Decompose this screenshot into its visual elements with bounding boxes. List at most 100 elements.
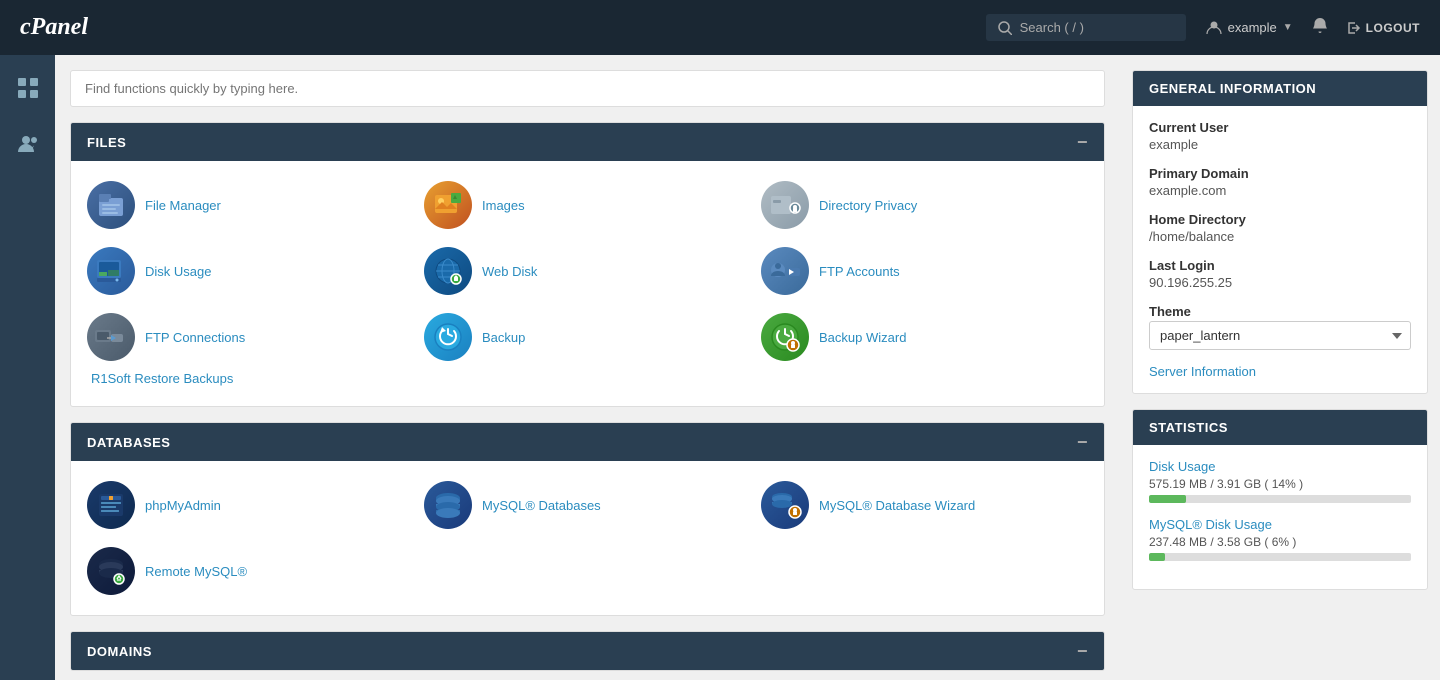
user-icon [1206, 20, 1222, 36]
mysql-disk-stat-value: 237.48 MB / 3.58 GB ( 6% ) [1149, 535, 1411, 549]
home-directory-row: Home Directory /home/balance [1149, 212, 1411, 244]
directory-privacy-label: Directory Privacy [819, 198, 917, 213]
databases-section-body: phpMyAdmin [71, 461, 1104, 615]
theme-label: Theme [1149, 304, 1411, 319]
ftp-connections-item[interactable]: FTP Connections [87, 313, 414, 361]
mysql-database-wizard-item[interactable]: MySQL® Database Wizard [761, 481, 1088, 529]
search-bar[interactable]: Search ( / ) [986, 14, 1186, 41]
last-login-value: 90.196.255.25 [1149, 275, 1411, 290]
general-info-body: Current User example Primary Domain exam… [1133, 106, 1427, 393]
theme-select[interactable]: paper_lantern [1149, 321, 1411, 350]
user-caret-icon: ▼ [1283, 22, 1293, 33]
home-directory-label: Home Directory [1149, 212, 1411, 227]
r1soft-link[interactable]: R1Soft Restore Backups [87, 371, 1088, 386]
files-section-header[interactable]: FILES − [71, 123, 1104, 161]
directory-privacy-icon [761, 181, 809, 229]
last-login-label: Last Login [1149, 258, 1411, 273]
databases-section-header[interactable]: DATABASES − [71, 423, 1104, 461]
files-items-grid: File Manager Images [87, 181, 1088, 361]
mysql-database-wizard-label: MySQL® Database Wizard [819, 498, 975, 513]
disk-usage-item[interactable]: Disk Usage [87, 247, 414, 295]
current-user-row: Current User example [1149, 120, 1411, 152]
last-login-row: Last Login 90.196.255.25 [1149, 258, 1411, 290]
primary-domain-value: example.com [1149, 183, 1411, 198]
mysql-disk-bar-bg [1149, 553, 1411, 561]
mysql-disk-stat-label[interactable]: MySQL® Disk Usage [1149, 517, 1411, 532]
search-label: Search ( / ) [1020, 20, 1084, 35]
statistics-panel: STATISTICS Disk Usage 575.19 MB / 3.91 G… [1132, 409, 1428, 590]
r1soft-anchor[interactable]: R1Soft Restore Backups [91, 371, 233, 386]
server-info-link[interactable]: Server Information [1149, 364, 1411, 379]
disk-usage-stat-label[interactable]: Disk Usage [1149, 459, 1411, 474]
file-manager-item[interactable]: File Manager [87, 181, 414, 229]
remote-mysql-label: Remote MySQL® [145, 564, 247, 579]
remote-mysql-item[interactable]: Remote MySQL® [87, 547, 414, 595]
notifications-bell[interactable] [1311, 17, 1329, 38]
databases-collapse-icon[interactable]: − [1077, 433, 1088, 451]
sidebar-grid-icon[interactable] [10, 70, 46, 106]
mysql-databases-item[interactable]: MySQL® Databases [424, 481, 751, 529]
statistics-header: STATISTICS [1133, 410, 1427, 445]
ftp-connections-label: FTP Connections [145, 330, 245, 345]
domains-header-label: DOMAINS [87, 644, 152, 659]
mysql-disk-bar-fill [1149, 553, 1165, 561]
domains-section: DOMAINS − [70, 631, 1105, 671]
domains-collapse-icon[interactable]: − [1077, 642, 1088, 660]
phpmyadmin-label: phpMyAdmin [145, 498, 221, 513]
mysql-database-wizard-icon [761, 481, 809, 529]
grid-icon [17, 77, 39, 99]
backup-icon [424, 313, 472, 361]
logout-button[interactable]: LOGOUT [1347, 21, 1420, 35]
files-collapse-icon[interactable]: − [1077, 133, 1088, 151]
databases-section: DATABASES − [70, 422, 1105, 616]
topnav: cPanel Search ( / ) example ▼ LOGOUT [0, 0, 1440, 55]
disk-usage-bar-fill [1149, 495, 1186, 503]
databases-header-label: DATABASES [87, 435, 170, 450]
domains-section-header[interactable]: DOMAINS − [71, 632, 1104, 670]
disk-usage-stat: Disk Usage 575.19 MB / 3.91 GB ( 14% ) [1149, 459, 1411, 503]
ftp-connections-icon [87, 313, 135, 361]
images-label: Images [482, 198, 525, 213]
mysql-databases-icon [424, 481, 472, 529]
logout-label: LOGOUT [1366, 21, 1420, 35]
theme-row: Theme paper_lantern [1149, 304, 1411, 350]
search-icon [998, 21, 1012, 35]
current-user-label: Current User [1149, 120, 1411, 135]
ftp-accounts-item[interactable]: FTP Accounts [761, 247, 1088, 295]
mysql-databases-label: MySQL® Databases [482, 498, 601, 513]
logout-icon [1347, 21, 1361, 35]
primary-domain-row: Primary Domain example.com [1149, 166, 1411, 198]
general-info-panel: GENERAL INFORMATION Current User example… [1132, 70, 1428, 394]
main-content: FILES − [55, 55, 1120, 680]
users-icon [17, 133, 39, 155]
files-section: FILES − [70, 122, 1105, 407]
main-layout: FILES − [0, 55, 1440, 680]
web-disk-item[interactable]: Web Disk [424, 247, 751, 295]
right-sidebar: GENERAL INFORMATION Current User example… [1120, 55, 1440, 680]
file-manager-label: File Manager [145, 198, 221, 213]
sidebar-users-icon[interactable] [10, 126, 46, 162]
remote-mysql-icon [87, 547, 135, 595]
username-label: example [1228, 20, 1277, 35]
phpmyadmin-item[interactable]: phpMyAdmin [87, 481, 414, 529]
left-sidebar [0, 55, 55, 680]
user-menu[interactable]: example ▼ [1206, 20, 1293, 36]
quick-find-input[interactable] [71, 71, 1104, 106]
current-user-value: example [1149, 137, 1411, 152]
bell-icon [1311, 17, 1329, 35]
cpanel-logo: cPanel [20, 14, 88, 41]
quick-find-bar[interactable] [70, 70, 1105, 107]
disk-usage-stat-value: 575.19 MB / 3.91 GB ( 14% ) [1149, 477, 1411, 491]
files-section-body: File Manager Images [71, 161, 1104, 406]
files-header-label: FILES [87, 135, 126, 150]
general-info-header: GENERAL INFORMATION [1133, 71, 1427, 106]
file-manager-icon [87, 181, 135, 229]
backup-item[interactable]: Backup [424, 313, 751, 361]
web-disk-icon [424, 247, 472, 295]
disk-usage-icon [87, 247, 135, 295]
directory-privacy-item[interactable]: Directory Privacy [761, 181, 1088, 229]
web-disk-label: Web Disk [482, 264, 537, 279]
mysql-disk-stat: MySQL® Disk Usage 237.48 MB / 3.58 GB ( … [1149, 517, 1411, 561]
backup-wizard-item[interactable]: Backup Wizard [761, 313, 1088, 361]
images-item[interactable]: Images [424, 181, 751, 229]
